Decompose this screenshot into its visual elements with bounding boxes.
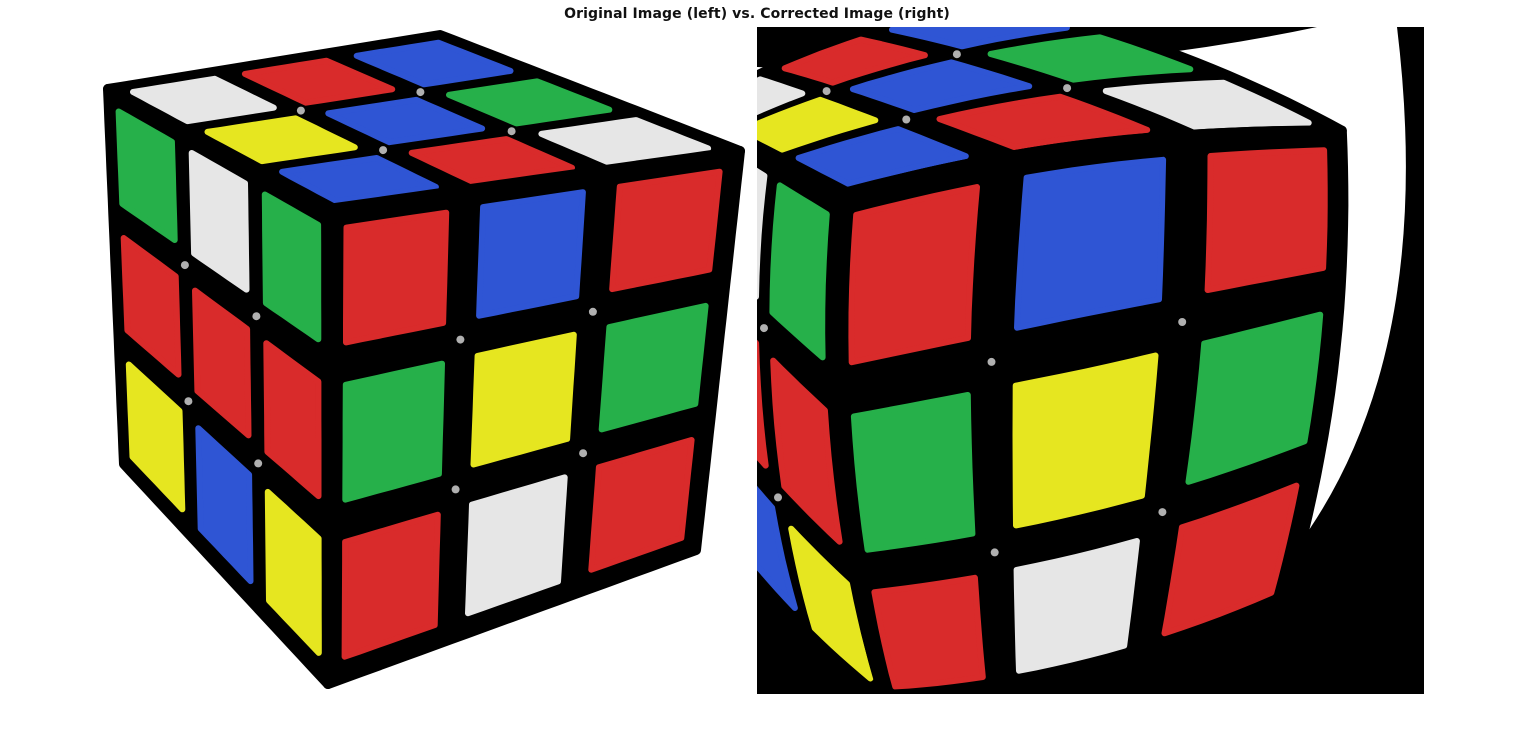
original-cube-image [103, 30, 745, 689]
highlight-dot [379, 146, 388, 155]
highlight-dot [456, 335, 465, 344]
highlight-dot [416, 88, 425, 97]
sticker-right-0-1 [476, 189, 586, 319]
sticker-right-1-0 [850, 392, 976, 553]
figure-title: Original Image (left) vs. Corrected Imag… [564, 6, 950, 22]
original-image-panel [100, 27, 750, 694]
sticker-right-0-2 [1204, 147, 1328, 293]
highlight-dot [579, 449, 588, 458]
highlight-dot [987, 357, 996, 366]
sticker-right-0-1 [1014, 156, 1167, 331]
highlight-dot [774, 493, 782, 502]
highlight-dot [1178, 318, 1187, 326]
highlight-dot [184, 397, 193, 406]
sticker-right-1-1 [1012, 352, 1159, 529]
corrected-image-panel [757, 27, 1424, 694]
highlight-dot [451, 485, 460, 494]
highlight-dot [952, 50, 961, 59]
highlight-dot [1158, 508, 1167, 517]
highlight-dot [990, 548, 999, 557]
sticker-right-2-0 [871, 574, 986, 690]
sticker-right-0-0 [343, 209, 450, 346]
sticker-right-0-0 [848, 184, 980, 366]
highlight-dot [902, 115, 911, 124]
highlight-dot [1063, 84, 1072, 93]
highlight-dot [588, 307, 597, 316]
highlight-dot [822, 87, 831, 96]
highlight-dot [254, 459, 263, 468]
sticker-right-0-2 [609, 168, 723, 293]
highlight-dot [180, 261, 189, 270]
highlight-dot [507, 127, 516, 136]
highlight-dot [252, 312, 261, 321]
highlight-dot [296, 106, 305, 115]
corrected-cube-image [757, 27, 1406, 694]
highlight-dot [760, 324, 768, 333]
sticker-right-1-0 [342, 360, 445, 503]
